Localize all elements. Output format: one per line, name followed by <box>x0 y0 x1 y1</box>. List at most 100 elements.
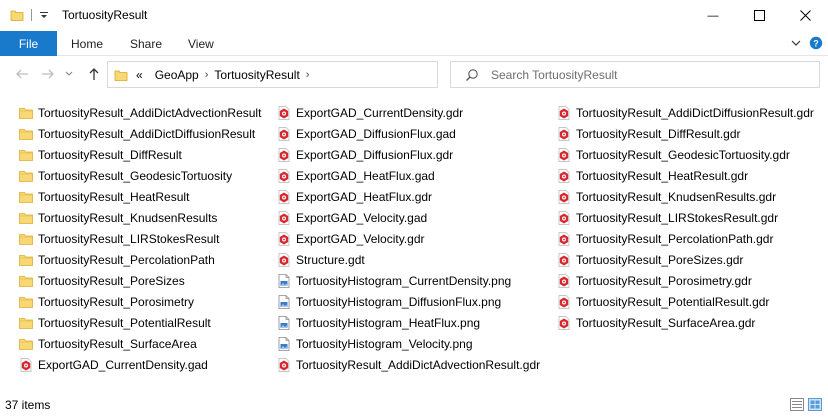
tab-file[interactable]: File <box>0 31 57 56</box>
minimize-button[interactable]: — <box>690 0 736 31</box>
expand-ribbon-button[interactable] <box>789 36 803 50</box>
folder-item[interactable]: TortuosityResult_PotentialResult <box>18 312 261 333</box>
tab-view[interactable]: View <box>188 31 214 56</box>
file-item[interactable]: ExportGAD_CurrentDensity.gad <box>18 354 261 375</box>
file-item[interactable]: TortuosityResult_Porosimetry.gdr <box>556 270 814 291</box>
red-hexagon-file-icon <box>556 189 572 205</box>
breadcrumb-item-geoapp[interactable]: GeoApp <box>155 68 199 82</box>
large-icons-view-icon[interactable] <box>808 398 822 411</box>
file-item[interactable]: ExportGAD_DiffusionFlux.gad <box>276 123 540 144</box>
item-count: 37 items <box>5 398 51 412</box>
quick-access-dropdown-icon[interactable] <box>37 8 51 22</box>
item-label: TortuosityResult_PercolationPath.gdr <box>576 231 774 246</box>
breadcrumb: « GeoApp › TortuosityResult › <box>136 68 315 82</box>
file-item[interactable]: TortuosityHistogram_CurrentDensity.png <box>276 270 540 291</box>
folder-icon <box>18 189 34 205</box>
up-button[interactable] <box>86 66 102 82</box>
tab-home[interactable]: Home <box>71 31 103 56</box>
file-list: TortuosityResult_AddiDictAdvectionResult… <box>0 94 828 392</box>
tab-share[interactable]: Share <box>130 31 162 56</box>
red-hexagon-file-icon <box>276 126 292 142</box>
item-label: TortuosityResult_PercolationPath <box>38 252 215 267</box>
file-item[interactable]: TortuosityResult_LIRStokesResult.gdr <box>556 207 814 228</box>
red-hexagon-file-icon <box>276 357 292 373</box>
item-label: ExportGAD_HeatFlux.gad <box>296 168 435 183</box>
maximize-button[interactable] <box>736 0 782 31</box>
file-item[interactable]: TortuosityResult_AddiDictDiffusionResult… <box>556 102 814 123</box>
folder-item[interactable]: TortuosityResult_DiffResult <box>18 144 261 165</box>
file-item[interactable]: ExportGAD_Velocity.gad <box>276 207 540 228</box>
ribbon-tabs: File Home Share View ? <box>0 31 828 56</box>
breadcrumb-overflow[interactable]: « <box>136 68 143 82</box>
folder-item[interactable]: TortuosityResult_AddiDictAdvectionResult <box>18 102 261 123</box>
minimize-icon: — <box>707 9 719 22</box>
forward-button[interactable] <box>40 66 56 82</box>
file-item[interactable]: TortuosityResult_PercolationPath.gdr <box>556 228 814 249</box>
item-label: TortuosityResult_LIRStokesResult.gdr <box>576 210 779 225</box>
file-item[interactable]: ExportGAD_HeatFlux.gad <box>276 165 540 186</box>
navigation-bar: « GeoApp › TortuosityResult › Search Tor… <box>0 56 828 94</box>
folder-item[interactable]: TortuosityResult_PercolationPath <box>18 249 261 270</box>
file-item[interactable]: ExportGAD_Velocity.gdr <box>276 228 540 249</box>
folder-item[interactable]: TortuosityResult_GeodesicTortuosity <box>18 165 261 186</box>
folder-item[interactable]: TortuosityResult_Porosimetry <box>18 291 261 312</box>
file-item[interactable]: TortuosityResult_GeodesicTortuosity.gdr <box>556 144 814 165</box>
item-label: TortuosityHistogram_DiffusionFlux.png <box>296 294 502 309</box>
chevron-down-icon <box>791 40 801 46</box>
item-label: TortuosityResult_AddiDictAdvectionResult… <box>296 357 541 372</box>
address-bar[interactable]: « GeoApp › TortuosityResult › <box>107 61 529 88</box>
chevron-down-icon <box>65 71 73 76</box>
file-column-3: TortuosityResult_AddiDictDiffusionResult… <box>556 102 814 333</box>
help-button[interactable]: ? <box>809 36 823 50</box>
file-item[interactable]: ExportGAD_HeatFlux.gdr <box>276 186 540 207</box>
details-view-icon[interactable] <box>790 398 804 411</box>
item-label: TortuosityResult_AddiDictDiffusionResult <box>38 126 256 141</box>
arrow-up-icon <box>89 68 99 80</box>
item-label: TortuosityResult_KnudsenResults <box>38 210 218 225</box>
breadcrumb-item-tortuosityresult[interactable]: TortuosityResult <box>214 68 299 82</box>
item-label: TortuosityResult_GeodesicTortuosity <box>38 168 233 183</box>
file-item[interactable]: TortuosityResult_AddiDictAdvectionResult… <box>276 354 540 375</box>
svg-text:?: ? <box>813 39 819 49</box>
recent-locations-button[interactable] <box>64 66 74 82</box>
back-button[interactable] <box>14 66 30 82</box>
arrow-left-icon <box>16 69 28 79</box>
item-label: TortuosityResult_PoreSizes <box>38 273 185 288</box>
red-hexagon-file-icon <box>556 252 572 268</box>
close-icon <box>799 10 811 21</box>
close-button[interactable] <box>782 0 828 31</box>
folder-item[interactable]: TortuosityResult_PoreSizes <box>18 270 261 291</box>
folder-item[interactable]: TortuosityResult_SurfaceArea <box>18 333 261 354</box>
item-label: TortuosityResult_GeodesicTortuosity.gdr <box>576 147 790 162</box>
folder-icon <box>18 252 34 268</box>
folder-item[interactable]: TortuosityResult_KnudsenResults <box>18 207 261 228</box>
title-separator <box>31 9 32 21</box>
folder-item[interactable]: TortuosityResult_AddiDictDiffusionResult <box>18 123 261 144</box>
search-box[interactable]: Search TortuosityResult <box>450 61 820 88</box>
file-item[interactable]: TortuosityResult_HeatResult.gdr <box>556 165 814 186</box>
folder-item[interactable]: TortuosityResult_HeatResult <box>18 186 261 207</box>
file-item[interactable]: ExportGAD_DiffusionFlux.gdr <box>276 144 540 165</box>
folder-item[interactable]: TortuosityResult_LIRStokesResult <box>18 228 261 249</box>
file-item[interactable]: TortuosityHistogram_HeatFlux.png <box>276 312 540 333</box>
folder-icon <box>18 126 34 142</box>
item-label: ExportGAD_DiffusionFlux.gad <box>296 126 456 141</box>
item-label: ExportGAD_CurrentDensity.gad <box>38 357 208 372</box>
file-item[interactable]: TortuosityHistogram_DiffusionFlux.png <box>276 291 540 312</box>
file-item[interactable]: TortuosityResult_KnudsenResults.gdr <box>556 186 814 207</box>
red-hexagon-file-icon <box>556 231 572 247</box>
file-item[interactable]: TortuosityResult_PotentialResult.gdr <box>556 291 814 312</box>
file-item[interactable]: TortuosityHistogram_Velocity.png <box>276 333 540 354</box>
file-item[interactable]: TortuosityResult_PoreSizes.gdr <box>556 249 814 270</box>
breadcrumb-separator[interactable]: › <box>306 69 310 81</box>
file-item[interactable]: Structure.gdt <box>276 249 540 270</box>
red-hexagon-file-icon <box>276 252 292 268</box>
search-input[interactable]: Search TortuosityResult <box>491 68 618 82</box>
red-hexagon-file-icon <box>276 210 292 226</box>
file-item[interactable]: TortuosityResult_SurfaceArea.gdr <box>556 312 814 333</box>
breadcrumb-separator[interactable]: › <box>205 69 209 81</box>
file-item[interactable]: TortuosityResult_DiffResult.gdr <box>556 123 814 144</box>
file-column-2: ExportGAD_CurrentDensity.gdr ExportGAD_Di… <box>276 102 540 375</box>
maximize-icon <box>753 10 765 21</box>
file-item[interactable]: ExportGAD_CurrentDensity.gdr <box>276 102 540 123</box>
